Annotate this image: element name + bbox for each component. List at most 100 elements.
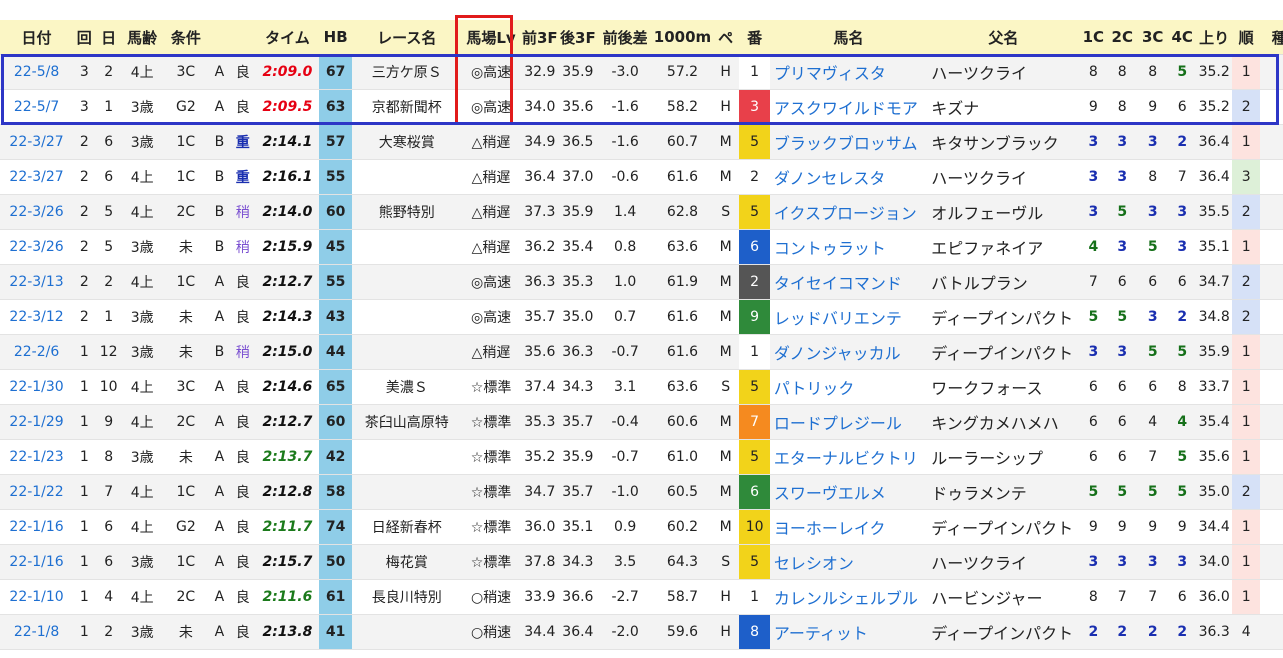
race-date-link[interactable]: 22-5/8 [0, 54, 74, 90]
horse-name-link[interactable]: カレンルシェルブル [769, 579, 928, 615]
horse-name-link[interactable]: ロードプレジール [769, 404, 928, 440]
column-header[interactable]: 馬名 [769, 20, 928, 55]
column-header[interactable]: 条件 [162, 20, 210, 55]
age-cell: 4上 [121, 159, 163, 195]
race-date-link[interactable]: 22-2/6 [0, 334, 74, 370]
table-row[interactable]: 22-2/6 1 12 3歳未 B 稍 2:15.0 44 △稍遅 35.6 36.3 -0.7 61.… [0, 334, 1283, 370]
column-header[interactable]: 上り [1196, 20, 1232, 55]
race-date-link[interactable]: 22-3/27 [0, 159, 74, 195]
hb-cell: 50 [318, 544, 353, 580]
time-cell: 2:14.3 [255, 299, 319, 335]
column-header[interactable]: 後3F [558, 20, 598, 55]
table-row[interactable]: 22-1/16 1 6 4上 G2 A 良 2:11.7 74 日経新春杯 ☆標準 36.0 35.1 0… [0, 509, 1283, 545]
table-row[interactable]: 22-1/10 1 4 4上 2C A 良 2:11.6 61 長良川特別 ○稍速 33.9 36.6-… [0, 579, 1283, 615]
track-level-cell: ◎高速 [461, 54, 522, 90]
age-cell: 3歳 [121, 439, 163, 475]
column-header[interactable] [209, 20, 230, 55]
column-header[interactable]: 番 [739, 20, 770, 55]
column-header[interactable]: 日付 [0, 20, 74, 55]
finish-rank-cell: 1 [1231, 509, 1261, 545]
corner4-cell: 6 [1167, 264, 1197, 300]
table-row[interactable]: 22-3/27 2 6 4上 1C B 重 2:16.1 55 △稍遅 36.4 37.0 -0.6 61… [0, 159, 1283, 195]
column-header[interactable]: レース名 [352, 20, 462, 55]
table-row[interactable]: 22-1/22 1 7 4上 1C A 良 2:12.8 58 ☆標準 34.7 35.7 -1.0 60… [0, 474, 1283, 510]
column-header[interactable]: 3C [1137, 20, 1168, 55]
race-date-link[interactable]: 22-1/23 [0, 439, 74, 475]
column-header[interactable]: 父名 [927, 20, 1080, 55]
column-header[interactable]: 前後差 [597, 20, 654, 55]
column-header[interactable]: 2C [1107, 20, 1138, 55]
table-row[interactable]: 22-1/30 1 10 4上 3C A 良 2:14.6 65 美濃Ｓ ☆標準 37.4 34.3 3.… [0, 369, 1283, 405]
column-header[interactable]: 1C [1079, 20, 1108, 55]
table-row[interactable]: 22-3/26 2 5 3歳未 B 稍 2:15.9 45 △稍遅 36.2 35.4 0.8 63.6… [0, 229, 1283, 265]
column-header[interactable]: 種 [1260, 20, 1283, 55]
race-date-link[interactable]: 22-3/27 [0, 124, 74, 160]
time-cell: 2:12.8 [255, 474, 319, 510]
table-row[interactable]: 22-3/26 2 5 4上 2C B 稍 2:14.0 60 熊野特別 △稍遅 37.3 35.9 1.… [0, 194, 1283, 230]
horse-name-link[interactable]: アーティット [769, 614, 928, 650]
hb-cell: 74 [318, 509, 353, 545]
horse-name-link[interactable]: アスクワイルドモア [769, 89, 928, 125]
column-header[interactable]: 1000m [653, 20, 712, 55]
column-header[interactable]: 日 [95, 20, 122, 55]
age-cell: 3歳 [121, 299, 163, 335]
race-date-link[interactable]: 22-1/29 [0, 404, 74, 440]
column-header[interactable]: 回 [73, 20, 96, 55]
race-date-link[interactable]: 22-1/30 [0, 369, 74, 405]
last-3f-cell: 36.6 [558, 579, 598, 615]
horse-name-link[interactable]: コントゥラット [769, 229, 928, 265]
column-header[interactable]: 馬齢 [121, 20, 163, 55]
horse-name-link[interactable]: ダノンセレスタ [769, 159, 928, 195]
horse-name-link[interactable]: ダノンジャッカル [769, 334, 928, 370]
table-row[interactable]: 22-1/16 1 6 3歳 1C A 良 2:15.7 50 梅花賞 ☆標準 37.8 34.3 3.5… [0, 544, 1283, 580]
table-row[interactable]: 22-3/12 2 1 3歳未 A 良 2:14.3 43 ◎高速 35.7 35.0 0.7 61.6… [0, 299, 1283, 335]
horse-name-link[interactable]: ブラックブロッサム [769, 124, 928, 160]
horse-name-link[interactable]: ヨーホーレイク [769, 509, 928, 545]
horse-name-link[interactable]: セレシオン [769, 544, 928, 580]
table-row[interactable]: 22-5/8 3 2 4上 3C A 良 2:09.0 67 三方ケ原Ｓ ◎高速 32.9 35.9 -3… [0, 54, 1283, 90]
pace-cell: M [711, 299, 740, 335]
track-level-cell: ◎高速 [461, 264, 522, 300]
finish-rank-cell: 1 [1231, 579, 1261, 615]
race-date-link[interactable]: 22-1/16 [0, 544, 74, 580]
track-condition-cell: 良 [229, 544, 256, 580]
course-cell: A [209, 474, 230, 510]
nichi-cell: 10 [95, 369, 122, 405]
sire-name-cell: ドゥラメンテ [927, 474, 1080, 510]
race-date-link[interactable]: 22-3/26 [0, 229, 74, 265]
hb-cell: 55 [318, 159, 353, 195]
column-header[interactable]: タイム [255, 20, 319, 55]
table-row[interactable]: 22-3/27 2 6 3歳 1C B 重 2:14.1 57 大寒桜賞 △稍遅 34.9 36.5 -1… [0, 124, 1283, 160]
horse-name-link[interactable]: タイセイコマンド [769, 264, 928, 300]
horse-name-link[interactable]: スワーヴエルメ [769, 474, 928, 510]
table-row[interactable]: 22-3/13 2 2 4上 1C A 良 2:12.7 55 ◎高速 36.3 35.3 1.0 61.… [0, 264, 1283, 300]
horse-name-link[interactable]: イクスプロージョン [769, 194, 928, 230]
race-date-link[interactable]: 22-3/26 [0, 194, 74, 230]
horse-name-link[interactable]: パトリック [769, 369, 928, 405]
race-date-link[interactable]: 22-1/8 [0, 614, 74, 650]
table-row[interactable]: 22-1/23 1 8 3歳未 A 良 2:13.7 42 ☆標準 35.2 35.9 -0.7 61.… [0, 439, 1283, 475]
race-date-link[interactable]: 22-3/12 [0, 299, 74, 335]
race-name-cell: 京都新聞杯 [352, 89, 462, 125]
horse-name-link[interactable]: レッドバリエンテ [769, 299, 928, 335]
race-date-link[interactable]: 22-1/22 [0, 474, 74, 510]
column-header[interactable]: 前3F [521, 20, 559, 55]
column-header[interactable]: ペ [711, 20, 740, 55]
gate-number-cell: 5 [739, 544, 770, 580]
race-date-link[interactable]: 22-5/7 [0, 89, 74, 125]
table-row[interactable]: 22-1/29 1 9 4上 2C A 良 2:12.7 60 茶臼山高原特 ☆標準 35.3 35.7… [0, 404, 1283, 440]
race-date-link[interactable]: 22-3/13 [0, 264, 74, 300]
horse-name-link[interactable]: プリマヴィスタ [769, 54, 928, 90]
column-header[interactable] [229, 20, 256, 55]
condition-cell: 未 [162, 334, 210, 370]
column-header[interactable]: 順 [1231, 20, 1261, 55]
race-date-link[interactable]: 22-1/16 [0, 509, 74, 545]
column-header[interactable]: HB [318, 20, 353, 55]
table-row[interactable]: 22-1/8 1 2 3歳未 A 良 2:13.8 41 ○稍速 34.4 36.4 -2.0 59.6… [0, 614, 1283, 650]
table-row[interactable]: 22-5/7 3 1 3歳 G2 A 良 2:09.5 63 京都新聞杯 ◎高速 34.0 35.6 -1… [0, 89, 1283, 125]
horse-name-link[interactable]: エターナルビクトリ [769, 439, 928, 475]
last-3f-cell: 35.4 [558, 229, 598, 265]
column-header[interactable]: 馬場Lv [461, 20, 522, 55]
race-date-link[interactable]: 22-1/10 [0, 579, 74, 615]
column-header[interactable]: 4C [1167, 20, 1197, 55]
